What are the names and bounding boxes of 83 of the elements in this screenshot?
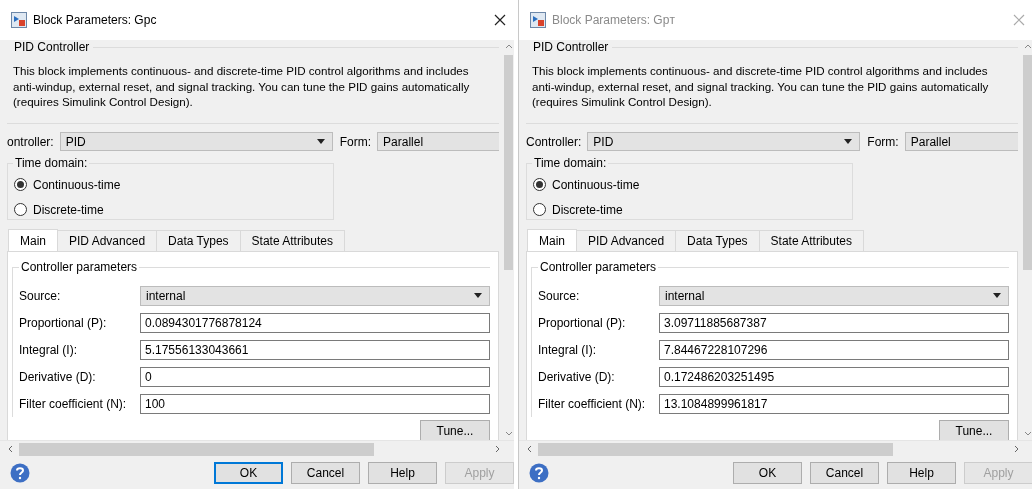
form-label: Form: (867, 134, 899, 149)
dialog-button[interactable]: Help (368, 462, 437, 484)
controller-label: Controller: (526, 134, 582, 149)
tab[interactable]: State Attributes (239, 230, 345, 251)
description-text: This block implements continuous- and discrete-time PID control algorithms and includes (13, 63, 470, 79)
tab[interactable]: Main (527, 229, 577, 251)
radio-label: Continuous-time (33, 177, 121, 192)
group-title: Time domain: (533, 156, 608, 170)
parameter-field[interactable]: 7.84467228107296 (659, 339, 1009, 360)
horizontal-scrollbar[interactable] (0, 440, 514, 457)
scroll-up-icon[interactable] (1023, 44, 1032, 49)
radio-label: Discrete-time (33, 202, 104, 217)
parameter-field[interactable]: 0.172486203251495 (659, 366, 1009, 387)
parameter-field[interactable]: 3.09711885687387 (659, 312, 1009, 333)
block-icon (530, 12, 546, 28)
caret-icon (474, 293, 482, 298)
parameter-label: Filter coefficient (N): (19, 396, 128, 411)
dialog-button[interactable]: OK (733, 462, 802, 484)
description-text: anti-windup, external reset, and signal tracking. You can tune the PID gains automatically (13, 78, 471, 94)
parameter-label: Proportional (P): (19, 315, 108, 330)
parameter-field[interactable]: 0.0894301776878124 (140, 312, 490, 333)
section-title: PID Controller (13, 40, 90, 54)
scroll-right-icon[interactable] (1014, 445, 1019, 453)
caret-icon (844, 139, 853, 145)
window-title: Block Parameters: Gpc (33, 13, 158, 27)
horizontal-scrollbar[interactable] (519, 440, 1032, 457)
parameter-label: Integral (I): (19, 342, 79, 357)
caret-icon (993, 293, 1001, 298)
parameter-field[interactable]: 13.1084899961817 (659, 393, 1009, 414)
parameter-label: Integral (I): (538, 342, 598, 357)
scroll-down-icon[interactable] (504, 431, 513, 436)
dialog-button[interactable]: Help (887, 462, 956, 484)
tab[interactable]: Data Types (156, 230, 241, 251)
dialog-button[interactable]: Cancel (291, 462, 360, 484)
radio-button[interactable] (533, 178, 546, 191)
controller-label: ontroller: (7, 134, 54, 149)
parameter-label: Derivative (D): (538, 369, 616, 384)
tune-button[interactable]: Tune... (420, 420, 490, 440)
scroll-left-icon[interactable] (8, 445, 13, 453)
help-icon[interactable] (10, 463, 30, 483)
description-text: This block implements continuous- and discrete-time PID control algorithms and includes (532, 63, 989, 79)
group-title: Time domain: (14, 156, 89, 170)
parameter-field[interactable]: 100 (140, 393, 490, 414)
source-dropdown[interactable]: internal (140, 285, 490, 306)
description-text: anti-windup, external reset, and signal tracking. You can tune the PID gains automatically (532, 78, 990, 94)
scroll-left-icon[interactable] (527, 445, 532, 453)
controller-dropdown[interactable]: PID (59, 132, 333, 152)
tab[interactable]: Data Types (675, 230, 760, 251)
parameter-label: Filter coefficient (N): (538, 396, 647, 411)
description-text: (requires Simulink Control Design). (532, 94, 713, 110)
radio-label: Discrete-time (552, 202, 623, 217)
group-title: Controller parameters (539, 260, 658, 274)
radio-button[interactable] (533, 203, 546, 216)
dialog-button[interactable]: OK (214, 462, 283, 484)
close-icon[interactable] (494, 14, 506, 26)
parameter-label: Proportional (P): (538, 315, 627, 330)
form-dropdown[interactable]: Parallel (377, 132, 499, 152)
radio-button[interactable] (14, 203, 27, 216)
source-dropdown[interactable]: internal (659, 285, 1009, 306)
tab[interactable]: Main (8, 229, 58, 251)
section-title: PID Controller (532, 40, 609, 54)
radio-button[interactable] (14, 178, 27, 191)
scroll-down-icon[interactable] (1023, 431, 1032, 436)
source-label: Source: (19, 288, 62, 303)
tab[interactable]: State Attributes (758, 230, 864, 251)
parameter-field[interactable]: 5.17556133043661 (140, 339, 490, 360)
form-dropdown[interactable]: Parallel (904, 132, 1018, 152)
scroll-right-icon[interactable] (495, 445, 500, 453)
controller-dropdown[interactable]: PID (587, 132, 861, 152)
group-title: Controller parameters (20, 260, 139, 274)
scroll-up-icon[interactable] (504, 44, 513, 49)
parameter-label: Derivative (D): (19, 369, 97, 384)
description-text: (requires Simulink Control Design). (13, 94, 194, 110)
parameter-field[interactable]: 0 (140, 366, 490, 387)
window-title: Block Parameters: Gpт (552, 13, 676, 27)
dialog-button[interactable]: Cancel (810, 462, 879, 484)
radio-label: Continuous-time (552, 177, 640, 192)
tune-button[interactable]: Tune... (939, 420, 1009, 440)
help-icon[interactable] (529, 463, 549, 483)
source-label: Source: (538, 288, 581, 303)
caret-icon (316, 139, 325, 145)
form-label: Form: (339, 134, 372, 149)
block-icon (11, 12, 27, 28)
